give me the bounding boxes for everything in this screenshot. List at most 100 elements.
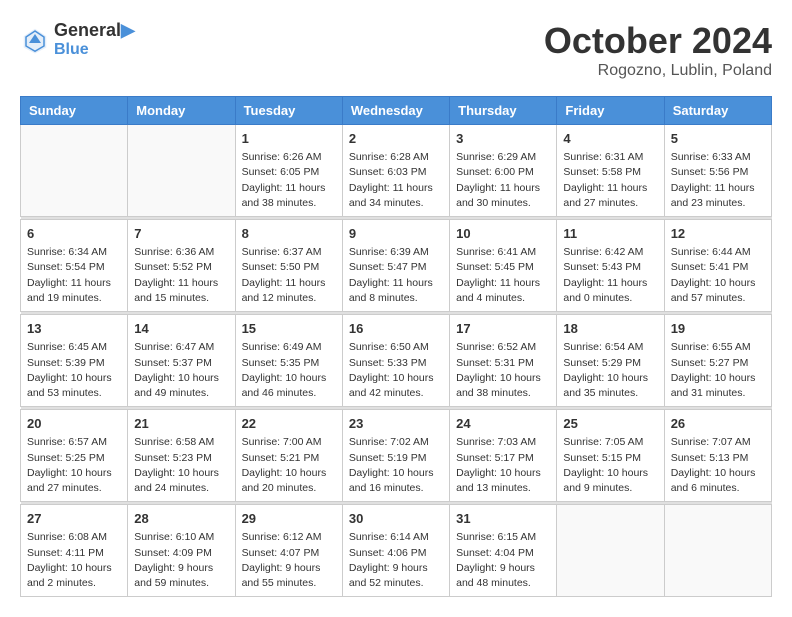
day-info: Sunrise: 7:05 AMSunset: 5:15 PMDaylight:… [563,435,657,496]
day-number: 20 [27,415,121,433]
calendar-cell: 8Sunrise: 6:37 AMSunset: 5:50 PMDaylight… [235,220,342,312]
calendar-week-5: 27 Sunrise: 6:08 AMSunset: 4:11 PMDayligh… [21,505,772,597]
calendar-cell [128,125,235,217]
day-info: Sunrise: 6:37 AMSunset: 5:50 PMDaylight:… [242,245,336,306]
weekday-header-wednesday: Wednesday [342,97,449,125]
calendar-cell: 26Sunrise: 7:07 AMSunset: 5:13 PMDayligh… [664,410,771,502]
day-number: 31 [456,510,550,528]
day-info: Sunrise: 6:29 AMSunset: 6:00 PMDaylight:… [456,150,550,211]
calendar-cell: 11 Sunrise: 6:42 AMSunset: 5:43 PMDayligh… [557,220,664,312]
day-number: 22 [242,415,336,433]
weekday-header-thursday: Thursday [450,97,557,125]
calendar-cell: 7 Sunrise: 6:36 AMSunset: 5:52 PMDaylight… [128,220,235,312]
day-info: Sunrise: 7:00 AMSunset: 5:21 PMDaylight:… [242,435,336,496]
day-number: 3 [456,130,550,148]
day-info: Sunrise: 7:03 AMSunset: 5:17 PMDaylight:… [456,435,550,496]
day-info: Sunrise: 6:44 AMSunset: 5:41 PMDaylight:… [671,245,765,306]
location: Rogozno, Lublin, Poland [544,62,772,80]
calendar-cell: 14Sunrise: 6:47 AMSunset: 5:37 PMDayligh… [128,315,235,407]
day-number: 7 [134,225,228,243]
calendar-cell [664,505,771,597]
calendar-cell: 18 Sunrise: 6:54 AMSunset: 5:29 PMDayligh… [557,315,664,407]
calendar-cell: 28 Sunrise: 6:10 AMSunset: 4:09 PMDayligh… [128,505,235,597]
day-number: 24 [456,415,550,433]
calendar-cell: 19 Sunrise: 6:55 AMSunset: 5:27 PMDayligh… [664,315,771,407]
day-info: Sunrise: 6:12 AMSunset: 4:07 PMDaylight:… [242,530,336,591]
calendar-cell [557,505,664,597]
day-number: 13 [27,320,121,338]
calendar-cell: 2 Sunrise: 6:28 AMSunset: 6:03 PMDaylight… [342,125,449,217]
day-info: Sunrise: 6:33 AMSunset: 5:56 PMDaylight:… [671,150,765,211]
day-number: 19 [671,320,765,338]
calendar-cell: 13 Sunrise: 6:45 AMSunset: 5:39 PMDayligh… [21,315,128,407]
day-info: Sunrise: 6:45 AMSunset: 5:39 PMDaylight:… [27,340,121,401]
day-info: Sunrise: 6:26 AMSunset: 6:05 PMDaylight:… [242,150,336,211]
day-number: 2 [349,130,443,148]
day-number: 17 [456,320,550,338]
calendar-cell: 27 Sunrise: 6:08 AMSunset: 4:11 PMDayligh… [21,505,128,597]
day-info: Sunrise: 6:50 AMSunset: 5:33 PMDaylight:… [349,340,443,401]
day-number: 25 [563,415,657,433]
calendar-cell: 4Sunrise: 6:31 AMSunset: 5:58 PMDaylight… [557,125,664,217]
day-info: Sunrise: 6:42 AMSunset: 5:43 PMDaylight:… [563,245,657,306]
day-number: 11 [563,225,657,243]
weekday-header-monday: Monday [128,97,235,125]
day-info: Sunrise: 6:39 AMSunset: 5:47 PMDaylight:… [349,245,443,306]
calendar-cell: 25 Sunrise: 7:05 AMSunset: 5:15 PMDayligh… [557,410,664,502]
calendar-week-1: 1 Sunrise: 6:26 AMSunset: 6:05 PMDaylight… [21,125,772,217]
calendar-cell: 5 Sunrise: 6:33 AMSunset: 5:56 PMDaylight… [664,125,771,217]
day-info: Sunrise: 6:28 AMSunset: 6:03 PMDaylight:… [349,150,443,211]
calendar-table: SundayMondayTuesdayWednesdayThursdayFrid… [20,96,772,597]
day-info: Sunrise: 6:54 AMSunset: 5:29 PMDaylight:… [563,340,657,401]
calendar-cell: 20 Sunrise: 6:57 AMSunset: 5:25 PMDayligh… [21,410,128,502]
day-number: 1 [242,130,336,148]
day-number: 12 [671,225,765,243]
day-number: 21 [134,415,228,433]
logo-text: General▶ Blue [54,20,135,59]
day-info: Sunrise: 6:57 AMSunset: 5:25 PMDaylight:… [27,435,121,496]
calendar-week-2: 6Sunrise: 6:34 AMSunset: 5:54 PMDaylight… [21,220,772,312]
day-info: Sunrise: 7:07 AMSunset: 5:13 PMDaylight:… [671,435,765,496]
calendar-cell: 10 Sunrise: 6:41 AMSunset: 5:45 PMDayligh… [450,220,557,312]
weekday-header-tuesday: Tuesday [235,97,342,125]
calendar-cell: 17 Sunrise: 6:52 AMSunset: 5:31 PMDayligh… [450,315,557,407]
calendar-cell: 12 Sunrise: 6:44 AMSunset: 5:41 PMDayligh… [664,220,771,312]
calendar-cell: 15Sunrise: 6:49 AMSunset: 5:35 PMDayligh… [235,315,342,407]
calendar-cell: 6Sunrise: 6:34 AMSunset: 5:54 PMDaylight… [21,220,128,312]
calendar-header-row: SundayMondayTuesdayWednesdayThursdayFrid… [21,97,772,125]
day-info: Sunrise: 6:15 AMSunset: 4:04 PMDaylight:… [456,530,550,591]
day-number: 15 [242,320,336,338]
calendar-week-4: 20 Sunrise: 6:57 AMSunset: 5:25 PMDayligh… [21,410,772,502]
calendar-cell: 3 Sunrise: 6:29 AMSunset: 6:00 PMDaylight… [450,125,557,217]
day-number: 9 [349,225,443,243]
calendar-cell: 1 Sunrise: 6:26 AMSunset: 6:05 PMDaylight… [235,125,342,217]
day-number: 5 [671,130,765,148]
calendar-cell: 21Sunrise: 6:58 AMSunset: 5:23 PMDayligh… [128,410,235,502]
weekday-header-saturday: Saturday [664,97,771,125]
calendar-cell: 9 Sunrise: 6:39 AMSunset: 5:47 PMDaylight… [342,220,449,312]
calendar-week-3: 13 Sunrise: 6:45 AMSunset: 5:39 PMDayligh… [21,315,772,407]
weekday-header-friday: Friday [557,97,664,125]
day-number: 28 [134,510,228,528]
page-header: General▶ Blue October 2024 Rogozno, Lubl… [20,20,772,80]
calendar-cell: 31 Sunrise: 6:15 AMSunset: 4:04 PMDayligh… [450,505,557,597]
day-info: Sunrise: 6:08 AMSunset: 4:11 PMDaylight:… [27,530,121,591]
day-info: Sunrise: 6:36 AMSunset: 5:52 PMDaylight:… [134,245,228,306]
month-title: October 2024 [544,20,772,62]
day-info: Sunrise: 6:10 AMSunset: 4:09 PMDaylight:… [134,530,228,591]
day-number: 29 [242,510,336,528]
calendar-cell: 30Sunrise: 6:14 AMSunset: 4:06 PMDayligh… [342,505,449,597]
day-number: 10 [456,225,550,243]
day-info: Sunrise: 6:55 AMSunset: 5:27 PMDaylight:… [671,340,765,401]
day-number: 23 [349,415,443,433]
day-info: Sunrise: 6:47 AMSunset: 5:37 PMDaylight:… [134,340,228,401]
title-block: October 2024 Rogozno, Lublin, Poland [544,20,772,80]
day-number: 6 [27,225,121,243]
day-info: Sunrise: 6:52 AMSunset: 5:31 PMDaylight:… [456,340,550,401]
calendar-cell: 29 Sunrise: 6:12 AMSunset: 4:07 PMDayligh… [235,505,342,597]
calendar-cell: 23 Sunrise: 7:02 AMSunset: 5:19 PMDayligh… [342,410,449,502]
day-number: 18 [563,320,657,338]
day-info: Sunrise: 6:41 AMSunset: 5:45 PMDaylight:… [456,245,550,306]
day-number: 27 [27,510,121,528]
day-info: Sunrise: 7:02 AMSunset: 5:19 PMDaylight:… [349,435,443,496]
